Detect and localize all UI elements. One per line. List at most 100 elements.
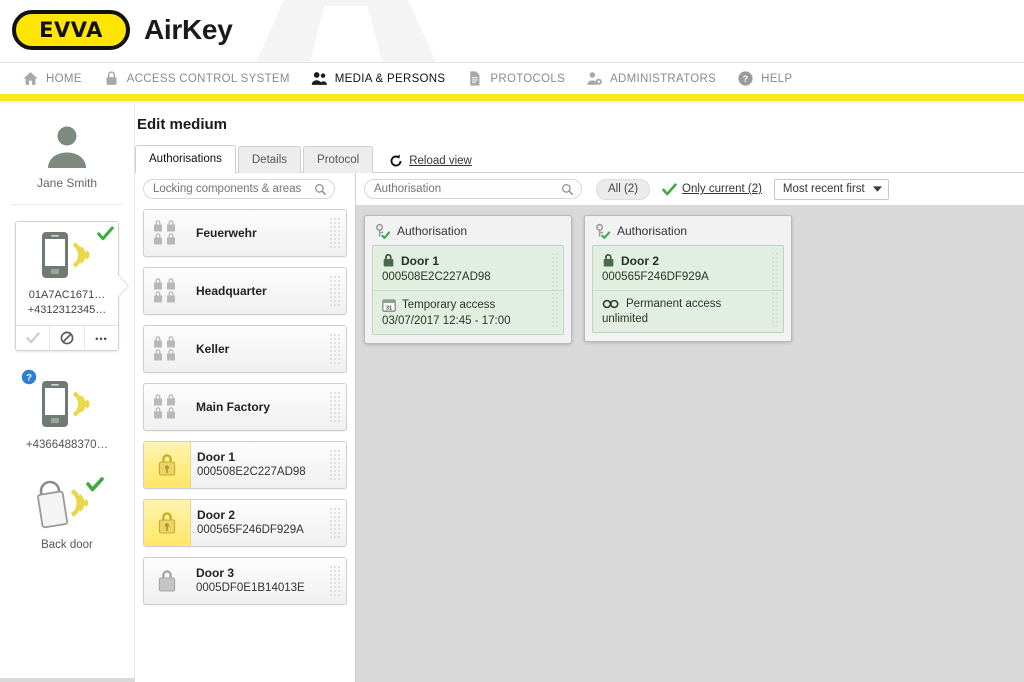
list-item-body: Feuerwehr	[190, 226, 346, 241]
door-name: Door 1	[401, 253, 440, 268]
list-item-body: Door 2 000565F246DF929A	[191, 508, 346, 538]
list-item[interactable]: Door 1 000508E2C227AD98	[143, 441, 347, 489]
card-header-label: Authorisation	[617, 224, 688, 238]
list-item[interactable]: Door 3 0005DF0E1B14013E	[143, 557, 347, 605]
sort-value: Most recent first	[782, 183, 865, 195]
reload-view-button[interactable]: Reload view	[389, 154, 472, 168]
document-icon	[470, 71, 480, 86]
svg-text:?: ?	[26, 373, 32, 384]
access-type: Temporary access	[402, 299, 496, 311]
device-image	[16, 222, 118, 288]
nav-label: ACCESS CONTROL SYSTEM	[126, 72, 290, 85]
block-icon	[60, 331, 74, 345]
card-access-section: Permanent access unlimited	[593, 290, 783, 332]
nav-item-help[interactable]: ? HELP	[733, 63, 809, 94]
authorisation-search[interactable]	[364, 179, 582, 199]
device-image: ?	[15, 369, 119, 435]
lock-icon	[144, 500, 191, 546]
question-badge-icon: ?	[21, 369, 37, 390]
list-item[interactable]: Main Factory	[143, 383, 347, 431]
drag-handle[interactable]	[329, 565, 340, 597]
search-icon	[314, 183, 327, 201]
green-check-icon	[662, 182, 677, 195]
nav-item-protocols[interactable]: PROTOCOLS	[462, 63, 582, 94]
nav-item-home[interactable]: HOME	[18, 63, 99, 94]
search-input[interactable]	[144, 180, 334, 198]
tab-details[interactable]: Details	[237, 146, 302, 173]
person-avatar-icon	[48, 126, 86, 168]
nav-label: HOME	[46, 72, 82, 85]
home-icon	[23, 72, 38, 85]
confirm-button[interactable]	[16, 326, 51, 350]
green-check-icon	[97, 225, 114, 247]
item-code: 000508E2C227AD98	[197, 466, 306, 478]
drag-handle[interactable]	[771, 252, 780, 326]
authorisation-card[interactable]: Authorisation Door 2 000565F246DF929A Pe…	[584, 215, 792, 342]
access-row: Permanent access	[602, 298, 774, 310]
drag-handle[interactable]	[329, 391, 340, 423]
list-item-body: Door 3 0005DF0E1B14013E	[190, 566, 346, 596]
drag-handle[interactable]	[329, 217, 340, 249]
device-phone: +4312312345…	[27, 304, 107, 316]
lock-icon	[144, 442, 191, 488]
person-name: Jane Smith	[36, 176, 98, 190]
authorisations-pane: All (2) Only current (2) Most recent fir…	[356, 173, 1024, 682]
nav-label: HELP	[761, 72, 793, 85]
card-door-section: Door 1 000508E2C227AD98	[373, 246, 563, 290]
nav-item-access-control-system[interactable]: ACCESS CONTROL SYSTEM	[99, 63, 307, 94]
person-summary: Jane Smith	[0, 104, 134, 190]
nav-item-administrators[interactable]: ADMINISTRATORS	[582, 63, 733, 94]
filter-all-button[interactable]: All (2)	[596, 178, 651, 200]
drag-handle[interactable]	[329, 275, 340, 307]
item-name: Door 2	[197, 508, 236, 522]
multi-lock-icon	[144, 326, 190, 372]
sort-select[interactable]: Most recent first	[773, 178, 889, 200]
device-item-keyfob[interactable]: Back door	[15, 473, 119, 551]
device-card-selected[interactable]: 01A7AC1671… +4312312345…	[15, 221, 128, 351]
locking-search[interactable]	[143, 179, 335, 199]
svg-text:?: ?	[743, 74, 749, 84]
multi-lock-icon	[144, 384, 190, 430]
content-panes: Feuerwehr	[135, 173, 1024, 682]
item-name: Headquarter	[196, 283, 267, 298]
nav-item-media-persons[interactable]: MEDIA & PERSONS	[307, 63, 463, 94]
device-image	[15, 473, 119, 535]
authorisation-toolbar: All (2) Only current (2) Most recent fir…	[356, 173, 1024, 205]
tab-protocol[interactable]: Protocol	[303, 146, 374, 173]
tab-bar: Authorisations Details Protocol Reload v…	[135, 145, 1024, 174]
filter-group: All (2) Only current (2) Most recent fir…	[596, 178, 889, 200]
nav-label: PROTOCOLS	[490, 72, 566, 85]
key-check-icon	[596, 223, 610, 239]
tab-authorisations[interactable]: Authorisations	[135, 145, 236, 174]
list-item[interactable]: Door 2 000565F246DF929A	[143, 499, 347, 547]
device-item-phone[interactable]: ? +4366488370…	[15, 369, 119, 451]
filter-only-current-button[interactable]: Only current (2)	[662, 182, 762, 197]
list-item[interactable]: Headquarter	[143, 267, 347, 315]
block-button[interactable]	[50, 326, 85, 350]
card-body: Door 1 000508E2C227AD98 31 Temporary acc…	[372, 245, 564, 335]
drag-handle[interactable]	[329, 333, 340, 365]
phone-nfc-icon	[42, 381, 90, 427]
drag-handle[interactable]	[329, 449, 340, 481]
list-item[interactable]: Keller	[143, 325, 347, 373]
authorisation-card[interactable]: Authorisation Door 1 000508E2C227AD98 31…	[364, 215, 572, 344]
item-name: Feuerwehr	[196, 225, 257, 240]
help-icon: ?	[738, 71, 753, 86]
search-input[interactable]	[365, 180, 581, 198]
more-options-button[interactable]	[85, 326, 118, 350]
door-code: 000508E2C227AD98	[382, 271, 491, 283]
lock-icon	[603, 254, 614, 267]
header-watermark	[256, 0, 436, 62]
filter-label: Only current (2)	[682, 183, 762, 195]
list-item-body: Main Factory	[190, 400, 346, 415]
list-item[interactable]: Feuerwehr	[143, 209, 347, 257]
drag-handle[interactable]	[551, 252, 560, 328]
drag-handle[interactable]	[329, 507, 340, 539]
sidebar-divider	[12, 204, 122, 205]
search-icon	[561, 183, 574, 201]
refresh-icon	[390, 154, 402, 167]
keyfob-nfc-icon	[37, 477, 104, 529]
multi-lock-icon	[144, 210, 190, 256]
check-icon	[25, 332, 40, 344]
admin-user-icon	[587, 72, 602, 85]
